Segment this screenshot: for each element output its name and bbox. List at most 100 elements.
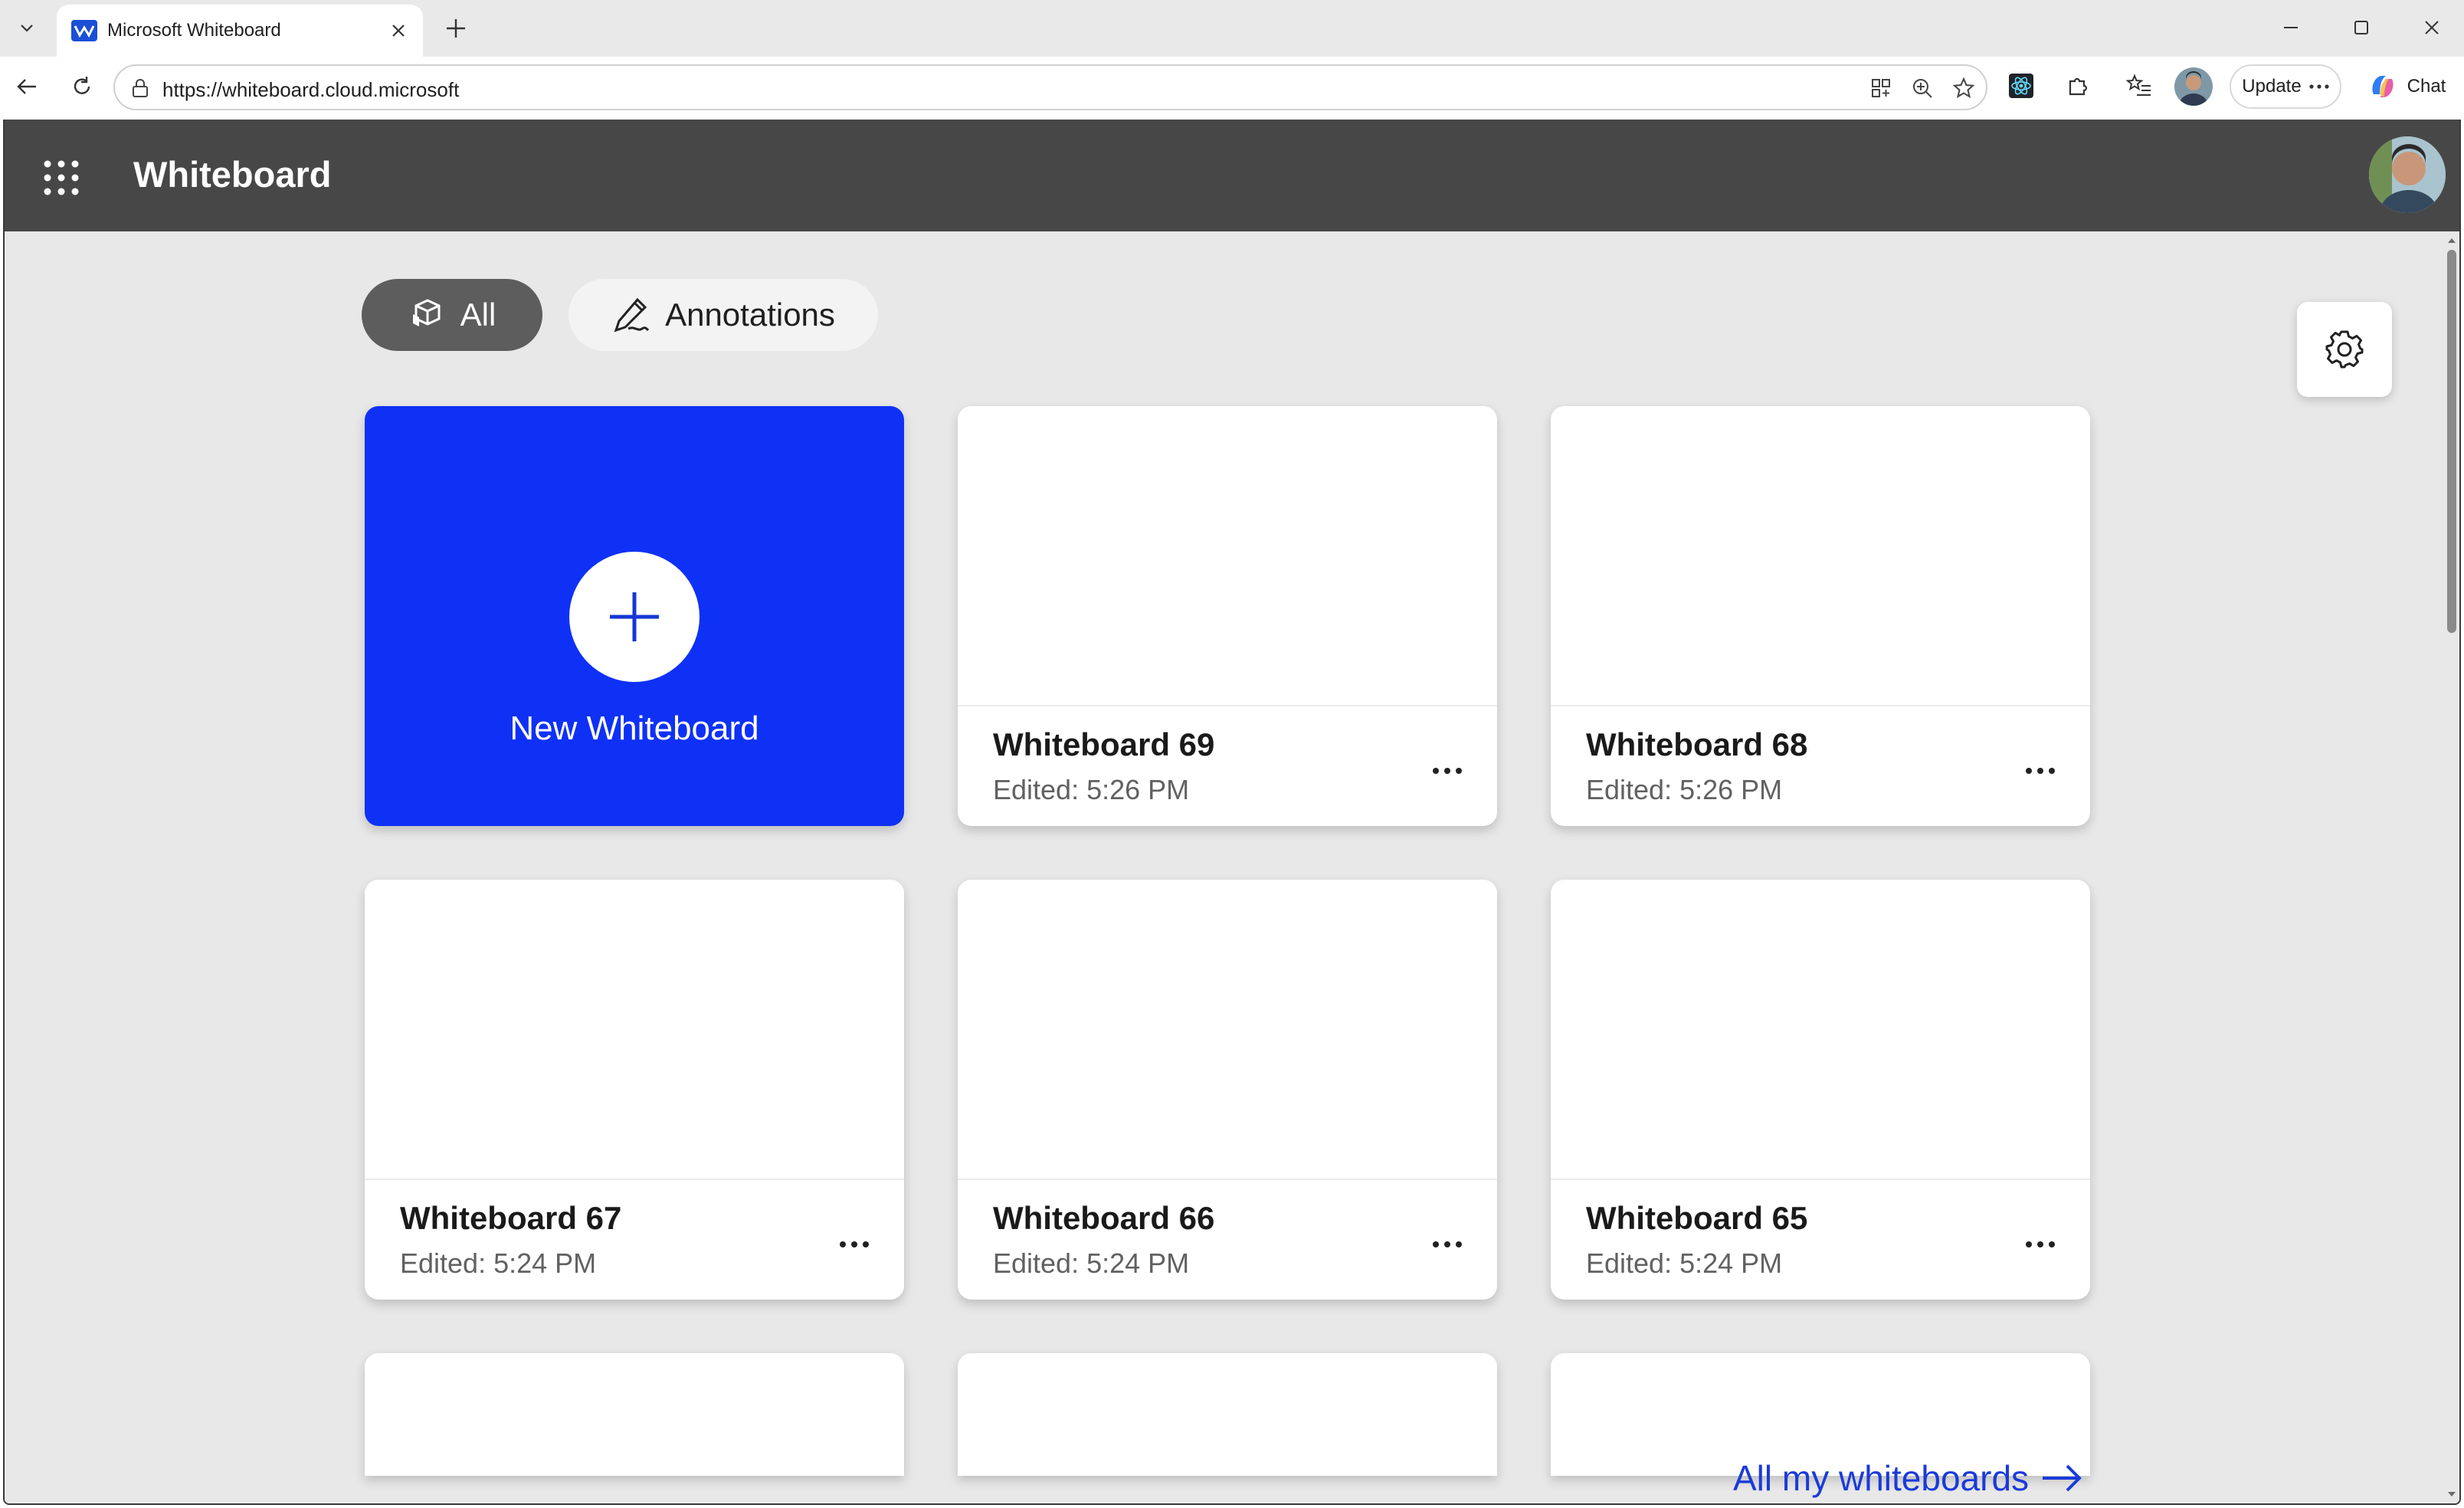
chevron-down-icon [21,25,33,32]
app-available-button[interactable] [1866,74,1896,103]
whiteboard-card[interactable] [958,1353,1497,1476]
new-whiteboard-plus [569,552,700,682]
maximize-button[interactable] [2332,6,2390,49]
whiteboard-name: Whiteboard 69 [993,726,1215,762]
zoom-button[interactable] [1908,74,1937,103]
maximize-icon [2354,21,2368,34]
whiteboard-thumbnail [958,406,1497,706]
settings-button[interactable] [2297,302,2392,397]
all-my-whiteboards-link[interactable]: All my whiteboards [1733,1457,2082,1499]
extensions-button[interactable] [2059,67,2096,104]
whiteboard-edited-time: Edited: 5:24 PM [400,1247,597,1279]
whiteboard-thumbnail [958,880,1497,1180]
browser-toolbar: https://whiteboard.cloud.microsoft Updat… [0,57,2464,120]
whiteboard-thumbnail [958,1353,1497,1476]
whiteboard-card[interactable]: Whiteboard 65 Edited: 5:24 PM [1551,880,2090,1300]
whiteboard-card[interactable]: Whiteboard 66 Edited: 5:24 PM [958,880,1497,1300]
minimize-button[interactable] [2262,6,2320,49]
extension-react-button[interactable] [2003,67,2040,104]
arrow-left-icon [17,79,36,94]
whiteboard-edited-time: Edited: 5:26 PM [1586,774,1783,805]
refresh-icon [74,77,90,94]
account-avatar[interactable] [2369,136,2446,213]
refresh-button[interactable] [61,66,103,107]
update-label: Update [2242,76,2302,97]
more-horizontal-icon [1433,768,1462,774]
star-icon [1952,77,1975,99]
app-launcher-button[interactable] [38,155,84,201]
whiteboard-app: Whiteboard All Annotations New Whiteboar… [3,120,2461,1505]
whiteboard-more-button[interactable] [1420,1223,1474,1266]
filter-all-button[interactable]: All [362,279,542,351]
pen-annotate-icon [614,297,650,333]
whiteboard-name: Whiteboard 67 [400,1200,622,1236]
tab-list-button[interactable] [8,8,46,48]
gear-icon [2325,330,2364,369]
url-text[interactable]: https://whiteboard.cloud.microsoft [162,78,459,102]
more-horizontal-icon [1433,1241,1462,1247]
browser-profile-avatar[interactable] [2174,67,2213,106]
profile-photo-icon [2174,67,2213,106]
more-horizontal-icon [2309,84,2329,89]
whiteboard-thumbnail [365,1353,904,1476]
new-whiteboard-card[interactable]: New Whiteboard [365,406,904,826]
scroll-up-icon [2448,238,2456,243]
copilot-chat-button[interactable]: Chat [2357,64,2456,109]
arrow-right-icon [2043,1464,2082,1492]
whiteboard-edited-time: Edited: 5:24 PM [993,1247,1190,1279]
whiteboard-name: Whiteboard 68 [1586,726,1808,762]
whiteboard-name: Whiteboard 66 [993,1200,1215,1236]
favorites-list-icon [2126,74,2151,96]
back-button[interactable] [6,66,48,107]
all-my-whiteboards-label: All my whiteboards [1733,1458,2030,1498]
whiteboard-thumbnail [1551,880,2090,1180]
update-button[interactable]: Update [2230,64,2341,109]
apps-grid-icon [1872,79,1890,97]
window-close-button[interactable] [2403,6,2461,49]
whiteboard-more-button[interactable] [1420,749,1474,792]
whiteboard-card[interactable]: Whiteboard 67 Edited: 5:24 PM [365,880,904,1300]
whiteboard-name: Whiteboard 65 [1586,1200,1808,1236]
favorite-button[interactable] [1949,74,1978,103]
cubes-icon [412,299,441,326]
whiteboard-more-button[interactable] [2013,1223,2067,1266]
more-horizontal-icon [840,1241,869,1247]
puzzle-icon [2069,77,2088,96]
zoom-in-icon [1913,79,1932,98]
scroll-down-icon [2448,1492,2456,1497]
whiteboard-thumbnail [365,880,904,1180]
react-devtools-icon [2009,74,2033,98]
app-title: Whiteboard [133,154,332,195]
whiteboard-edited-time: Edited: 5:26 PM [993,774,1190,805]
copilot-icon [2372,76,2394,97]
more-horizontal-icon [2026,768,2055,774]
scrollbar-thumb[interactable] [2447,250,2456,633]
whiteboard-more-button[interactable] [827,1223,881,1266]
filter-all-label: All [460,297,496,333]
whiteboard-card[interactable] [365,1353,904,1476]
tab-close-button[interactable] [385,17,412,44]
vertical-scrollbar[interactable] [2439,231,2459,1503]
waffle-icon [44,160,79,195]
profile-photo-icon [2369,136,2446,213]
filter-annotations-label: Annotations [665,297,835,333]
filter-annotations-button[interactable]: Annotations [568,279,878,351]
plus-icon [610,592,659,641]
browser-tab-whiteboard[interactable]: Microsoft Whiteboard [57,5,423,57]
new-tab-button[interactable] [437,11,475,46]
whiteboard-card[interactable]: Whiteboard 68 Edited: 5:26 PM [1551,406,2090,826]
whiteboard-card[interactable]: Whiteboard 69 Edited: 5:26 PM [958,406,1497,826]
minimize-icon [2284,27,2298,28]
app-header: Whiteboard [5,120,2459,231]
close-icon [2425,21,2439,34]
plus-icon [447,19,465,38]
new-whiteboard-label: New Whiteboard [510,710,759,747]
more-horizontal-icon [2026,1241,2055,1247]
whiteboard-edited-time: Edited: 5:24 PM [1586,1247,1783,1279]
tab-title: Microsoft Whiteboard [107,20,281,41]
lock-icon [133,79,148,97]
browser-tabstrip: Microsoft Whiteboard [0,0,2464,57]
whiteboard-more-button[interactable] [2013,749,2067,792]
favorites-button[interactable] [2121,67,2158,104]
address-bar[interactable]: https://whiteboard.cloud.microsoft [113,64,1987,110]
